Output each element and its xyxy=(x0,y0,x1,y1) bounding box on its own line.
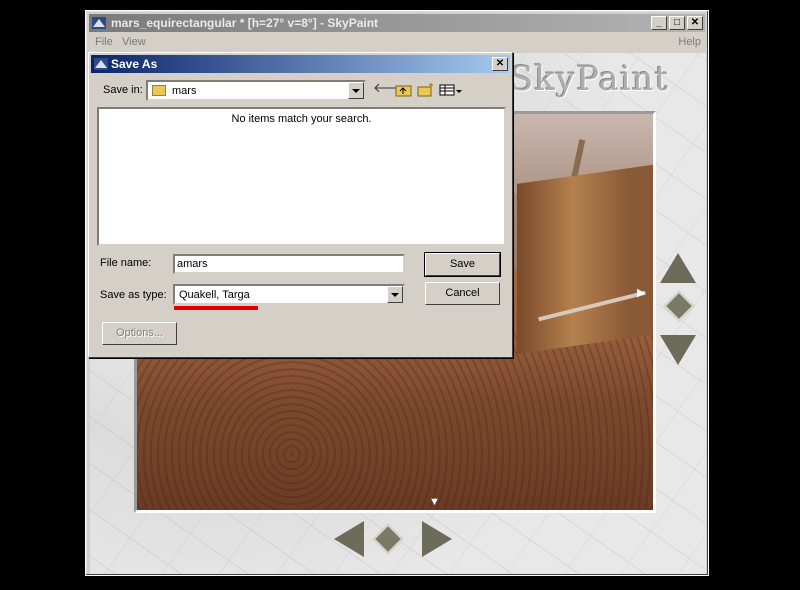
file-name-input[interactable] xyxy=(177,258,399,270)
app-icon xyxy=(92,17,106,29)
menu-view[interactable]: View xyxy=(122,36,146,48)
file-list[interactable]: No items match your search. xyxy=(97,107,506,246)
save-as-dialog: Save As ✕ Save in: mars 🡐 No items match… xyxy=(88,52,513,358)
up-folder-icon[interactable] xyxy=(395,82,413,98)
chevron-down-icon[interactable] xyxy=(348,82,364,99)
bottom-marker-icon: ▼ xyxy=(429,496,440,508)
tilt-down-button[interactable] xyxy=(660,335,696,365)
arrow-left-icon xyxy=(334,521,364,557)
main-title-bar[interactable]: mars_equirectangular * [h=27° v=8°] - Sk… xyxy=(89,14,705,32)
diamond-icon xyxy=(372,523,404,555)
new-folder-icon[interactable] xyxy=(417,82,435,98)
highlight-underline xyxy=(174,306,258,310)
caption-buttons: _ □ ✕ xyxy=(651,16,703,30)
menu-help[interactable]: Help xyxy=(678,36,701,48)
lander xyxy=(517,164,653,354)
diamond-icon xyxy=(663,290,695,322)
maximize-button[interactable]: □ xyxy=(669,16,685,30)
save-type-value: Quakell, Targa xyxy=(179,289,250,301)
app-icon xyxy=(94,58,108,70)
dialog-title-bar[interactable]: Save As ✕ xyxy=(91,55,510,73)
arrow-right-icon xyxy=(422,521,452,557)
cancel-button[interactable]: Cancel xyxy=(425,282,500,305)
window-title: mars_equirectangular * [h=27° v=8°] - Sk… xyxy=(111,16,379,30)
dialog-close-button[interactable]: ✕ xyxy=(492,57,508,71)
save-in-combo[interactable]: mars xyxy=(146,80,366,101)
right-marker-icon: ▶ xyxy=(637,287,646,299)
chevron-down-icon[interactable] xyxy=(387,286,403,303)
dialog-title: Save As xyxy=(111,57,158,71)
view-menu-icon[interactable] xyxy=(439,82,463,98)
menu-bar: File View Help xyxy=(89,33,705,51)
arrow-up-icon xyxy=(660,253,696,283)
center-horizontal-button[interactable] xyxy=(372,523,404,555)
back-arrow-icon[interactable]: 🡐 xyxy=(373,80,408,96)
options-button[interactable]: Options... xyxy=(102,322,177,345)
save-type-combo[interactable]: Quakell, Targa xyxy=(173,284,405,305)
file-name-label: File name: xyxy=(100,257,152,269)
minimize-button[interactable]: _ xyxy=(651,16,667,30)
arrow-down-icon xyxy=(660,335,696,365)
close-button[interactable]: ✕ xyxy=(687,16,703,30)
folder-icon xyxy=(152,85,166,96)
pan-left-button[interactable] xyxy=(334,521,364,557)
menu-file[interactable]: File xyxy=(95,36,113,48)
skypaint-logo: SkyPaint xyxy=(510,59,670,99)
save-button[interactable]: Save xyxy=(424,252,501,277)
center-vertical-button[interactable] xyxy=(663,290,695,322)
tilt-up-button[interactable] xyxy=(660,253,696,283)
save-in-label: Save in: xyxy=(103,84,143,96)
pan-right-button[interactable] xyxy=(422,521,452,557)
file-name-field[interactable] xyxy=(173,254,405,274)
empty-message: No items match your search. xyxy=(231,113,372,125)
save-type-label: Save as type: xyxy=(100,289,167,301)
save-in-value: mars xyxy=(172,85,197,97)
